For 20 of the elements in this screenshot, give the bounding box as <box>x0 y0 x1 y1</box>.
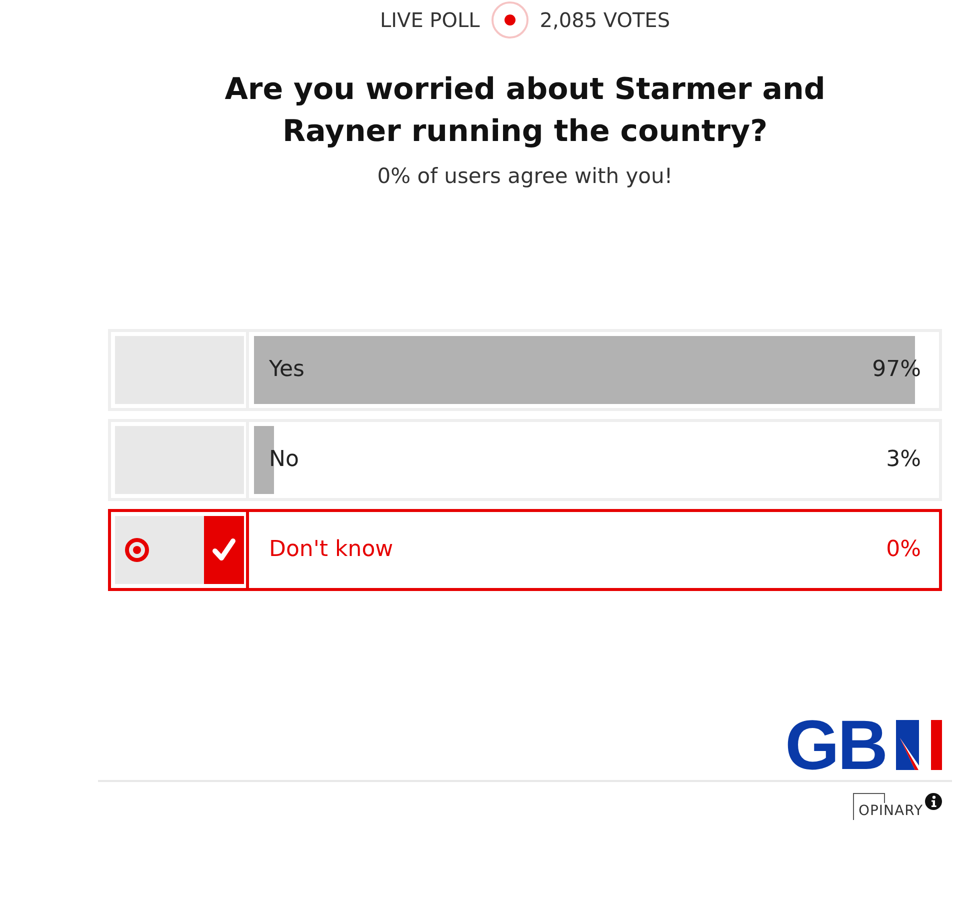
live-label: LIVE POLL <box>380 8 480 32</box>
logo-text: GB <box>785 719 886 771</box>
poll-option[interactable]: No 3% <box>108 419 942 501</box>
option-percent: 0% <box>886 536 921 564</box>
option-percent: 97% <box>872 356 921 384</box>
option-percent: 3% <box>886 446 921 474</box>
poll-question: Are you worried about Starmer and Rayner running the country? <box>224 71 826 151</box>
vote-count: 2,085 VOTES <box>540 8 670 32</box>
check-icon <box>204 516 244 584</box>
result-message: 0% of users agree with you! <box>376 163 674 190</box>
poll-option[interactable]: Don't know 0% <box>108 509 942 591</box>
option-label: No <box>269 446 299 474</box>
info-icon <box>925 793 942 810</box>
option-label: Yes <box>269 356 305 384</box>
poll-option[interactable]: Yes 97% <box>108 329 942 411</box>
option-label: Don't know <box>269 536 394 564</box>
flag-letter-icon <box>896 720 942 770</box>
provider-logo-text: OPINARY <box>853 793 923 821</box>
live-dot-icon <box>490 1 529 39</box>
target-icon <box>125 538 149 562</box>
